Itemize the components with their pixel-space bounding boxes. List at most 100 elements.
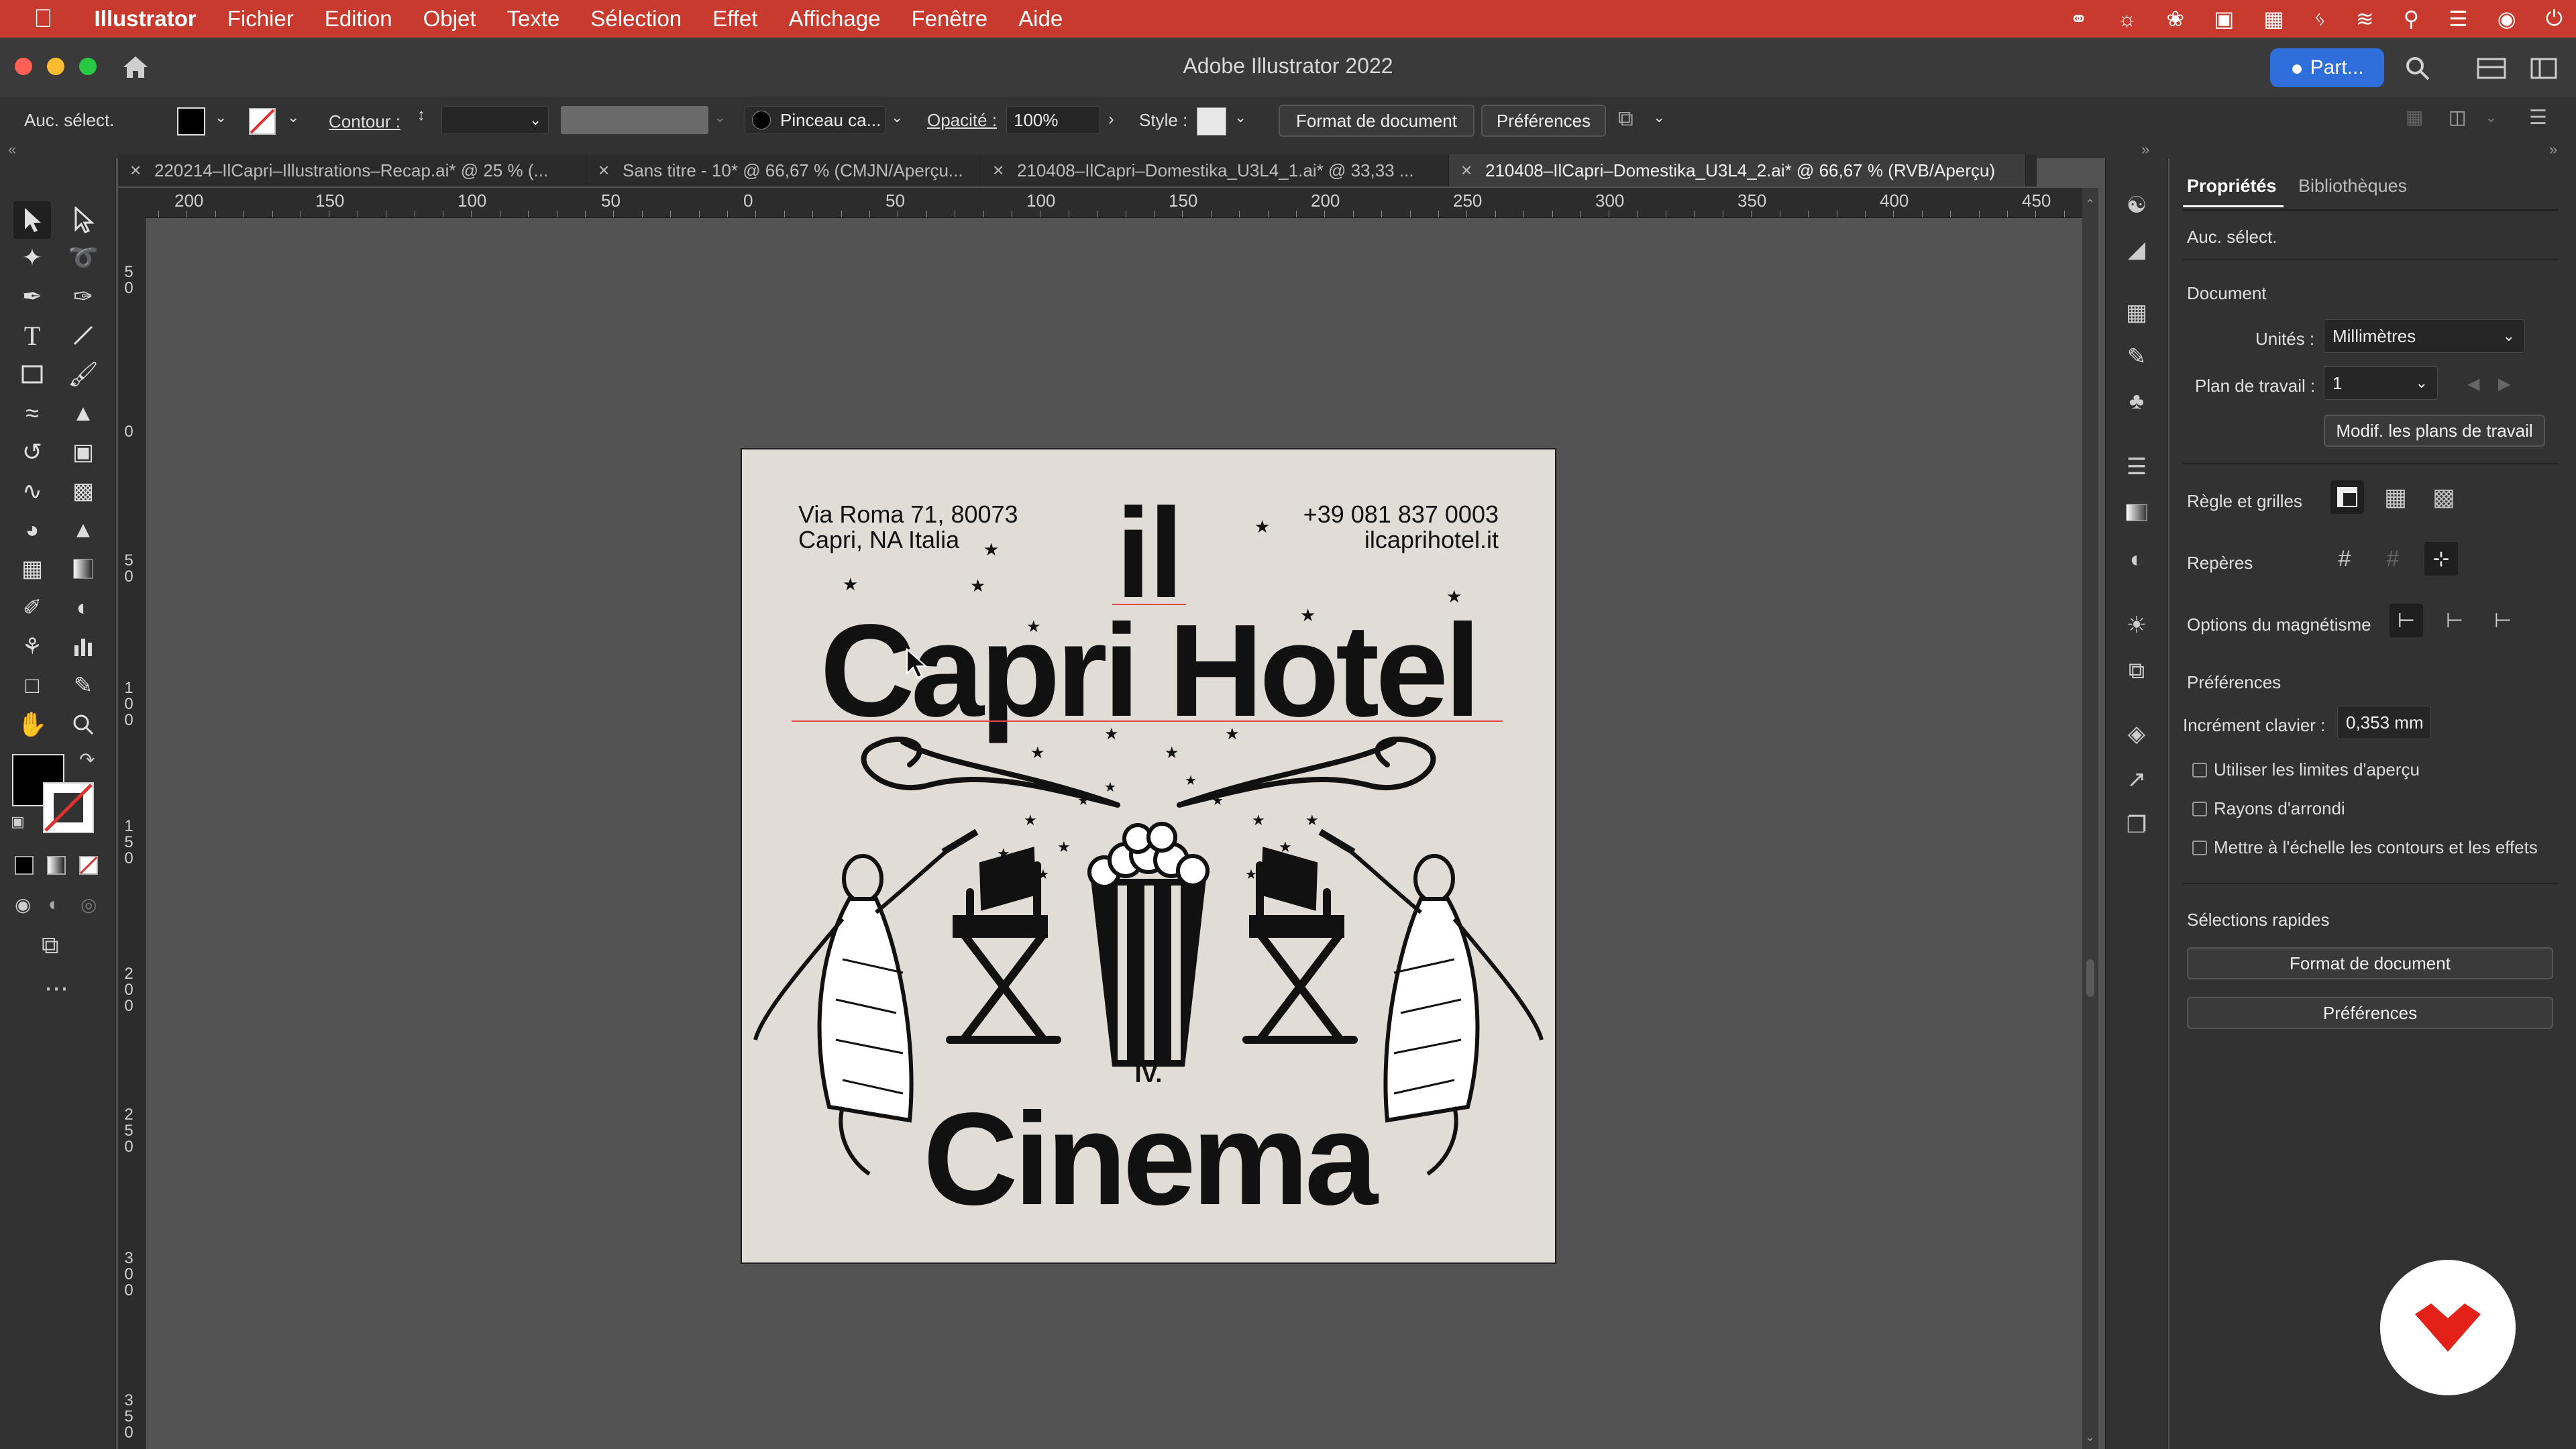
hand-tool-icon[interactable]: ✋ <box>13 706 51 743</box>
numeral-text[interactable]: IV. <box>742 1060 1555 1088</box>
stroke-label[interactable]: Contour : <box>329 111 400 132</box>
artboard[interactable]: Via Roma 71, 80073 Capri, NA Italia +39 … <box>741 448 1556 1264</box>
workspace-layout-icon[interactable] <box>2477 58 2506 79</box>
line-segment-tool-icon[interactable] <box>64 317 102 354</box>
selection-tool-icon[interactable] <box>13 201 51 239</box>
close-tab-icon[interactable]: × <box>130 160 141 181</box>
creative-cloud-icon[interactable]: ⚭ <box>2070 6 2088 32</box>
lock-guides-icon[interactable]: # <box>2376 542 2410 576</box>
menu-aide[interactable]: Aide <box>1018 6 1063 32</box>
rotate-tool-icon[interactable]: ↺ <box>13 433 51 471</box>
vertical-scrollbar[interactable]: ⌃ ⌄ <box>2082 188 2098 1449</box>
gradient-tool-icon[interactable] <box>64 550 102 588</box>
paintbrush-tool-icon[interactable]: 🖌 <box>64 356 102 393</box>
opacity-field[interactable]: 100% <box>1006 106 1100 134</box>
style-chevron-icon[interactable]: ⌄ <box>1234 109 1246 126</box>
share-button[interactable]: ● Part... <box>2270 48 2384 87</box>
stroke-panel-icon[interactable]: ☰ <box>2118 448 2155 486</box>
profile-chevron-icon[interactable]: ⌄ <box>714 109 726 126</box>
column-graph-tool-icon[interactable] <box>64 628 102 665</box>
none-mode-icon[interactable] <box>79 856 98 875</box>
zoom-tool-icon[interactable] <box>64 706 102 743</box>
rulers-icon[interactable] <box>2330 480 2364 514</box>
menu-effet[interactable]: Effet <box>712 6 757 32</box>
menu-app-name[interactable]: Illustrator <box>95 6 197 32</box>
swatches-icon[interactable]: ▦ <box>2118 294 2155 331</box>
menu-fenetre[interactable]: Fenêtre <box>911 6 987 32</box>
apple-icon[interactable]:  <box>34 5 53 34</box>
tab-sans-titre[interactable]: × Sans titre - 10* @ 66,67 % (CMJN/Aperç… <box>586 154 981 186</box>
default-colors-icon[interactable]: ▣ <box>11 813 25 830</box>
transparency-grid-icon[interactable]: ▩ <box>2427 480 2461 514</box>
color-mode-icon[interactable] <box>15 856 34 875</box>
menu-edition[interactable]: Edition <box>325 6 392 32</box>
snap-to-pixel-icon[interactable]: ⊢ <box>2438 604 2471 637</box>
perspective-grid-tool-icon[interactable]: ▲ <box>64 511 102 549</box>
gradient-panel-icon[interactable] <box>2118 494 2155 531</box>
keyboard-increment-field[interactable]: 0,353 mm <box>2337 706 2431 739</box>
transparency-icon[interactable]: ◐ <box>2118 541 2155 578</box>
bluetooth-icon[interactable]: ᛃ <box>2314 7 2326 32</box>
shaper-tool-icon[interactable]: ≈ <box>13 394 51 432</box>
transform-icon[interactable]: ▦ <box>2406 106 2423 128</box>
stroke-dropdown-chevron-icon[interactable]: ⌄ <box>287 109 299 126</box>
tab-recap[interactable]: × 220214–IlCapri–Illustrations–Recap.ai*… <box>118 154 586 186</box>
calendar-icon[interactable]: ▦ <box>2263 6 2284 32</box>
pen-tool-icon[interactable]: ✒ <box>13 278 51 315</box>
graphic-styles-icon[interactable]: ⧉ <box>2118 652 2155 690</box>
arrange-documents-icon[interactable]: ⧉ <box>1618 106 1633 131</box>
color-guide-icon[interactable]: ☯ <box>2118 186 2155 224</box>
previous-artboard-icon[interactable]: ◀ <box>2467 374 2479 394</box>
width-tool-icon[interactable]: ∿ <box>13 472 51 510</box>
draw-behind-icon[interactable]: ◐ <box>48 894 60 915</box>
swap-fill-stroke-icon[interactable]: ↷ <box>79 749 95 771</box>
display-icon[interactable]: ▣ <box>2214 6 2234 32</box>
snap-to-point-icon[interactable]: ⊢ <box>2390 604 2423 637</box>
magic-wand-tool-icon[interactable]: ✦ <box>13 239 51 276</box>
next-artboard-icon[interactable]: ▶ <box>2498 374 2510 394</box>
opacity-label[interactable]: Opacité : <box>927 110 997 131</box>
mesh-tool-icon[interactable]: ▦ <box>13 550 51 588</box>
align-chevron-icon[interactable]: ⌄ <box>2485 109 2497 126</box>
spotlight-search-icon[interactable]: ⚲ <box>2404 6 2419 32</box>
screen-mode-icon[interactable]: ⧉ <box>42 931 59 960</box>
preferences-button[interactable]: Préférences <box>1481 105 1606 137</box>
fill-swatch[interactable] <box>177 107 205 136</box>
app-status-icon[interactable]: ❀ <box>2166 6 2184 32</box>
grid-icon[interactable]: ▦ <box>2379 480 2412 514</box>
scroll-down-icon[interactable]: ⌄ <box>2085 1430 2095 1444</box>
gradient-mode-icon[interactable] <box>47 856 66 875</box>
power-icon[interactable]: ⏻ <box>2546 6 2563 32</box>
stroke-weight-chevron-icon[interactable]: ⌄ <box>529 111 541 129</box>
slice-tool-icon[interactable]: ✎ <box>64 667 102 704</box>
tab-libraries[interactable]: Bibliothèques <box>2298 176 2407 197</box>
eraser-tool-icon[interactable]: ▲ <box>64 394 102 432</box>
document-setup-button[interactable]: Format de document <box>1279 105 1474 137</box>
arrange-chevron-icon[interactable]: ⌄ <box>1653 109 1665 126</box>
close-tab-icon[interactable]: × <box>598 160 609 181</box>
stroke-weight-field[interactable]: ⌄ <box>441 106 549 134</box>
menu-texte[interactable]: Texte <box>507 6 560 32</box>
curvature-tool-icon[interactable]: ✑ <box>64 278 102 315</box>
artboard-tool-icon[interactable]: □ <box>13 667 51 704</box>
checkbox-box[interactable] <box>2192 801 2207 816</box>
control-center-icon[interactable]: ☰ <box>2449 6 2468 32</box>
document-setup-button[interactable]: Format de document <box>2187 947 2553 979</box>
collapse-right-icon[interactable]: » <box>2549 141 2557 158</box>
scroll-up-icon[interactable]: ⌃ <box>2085 197 2095 211</box>
align-icon[interactable]: ◫ <box>2449 106 2466 128</box>
eyedropper-tool-icon[interactable]: ✐ <box>13 589 51 627</box>
subtitle-cinema-text[interactable]: Cinema <box>742 1093 1555 1225</box>
checkbox-box[interactable] <box>2192 762 2207 777</box>
units-dropdown[interactable]: Millimètres ⌄ <box>2324 319 2525 353</box>
draw-inside-icon[interactable]: ◎ <box>80 894 97 916</box>
collapse-middle-icon[interactable]: » <box>2141 141 2149 158</box>
close-tab-icon[interactable]: × <box>1461 160 1472 181</box>
edit-artboards-button[interactable]: Modif. les plans de travail <box>2324 415 2545 447</box>
blend-tool-icon[interactable]: ◐ <box>64 589 102 627</box>
symbols-icon[interactable]: ♣ <box>2118 382 2155 420</box>
tab-domestika-2[interactable]: × 210408–IlCapri–Domestika_U3L4_2.ai* @ … <box>1449 154 2026 186</box>
shape-builder-tool-icon[interactable]: ◕ <box>13 511 51 549</box>
scale-strokes-checkbox[interactable]: Mettre à l'échelle les contours et les e… <box>2192 837 2538 858</box>
show-guides-icon[interactable]: # <box>2328 542 2361 576</box>
